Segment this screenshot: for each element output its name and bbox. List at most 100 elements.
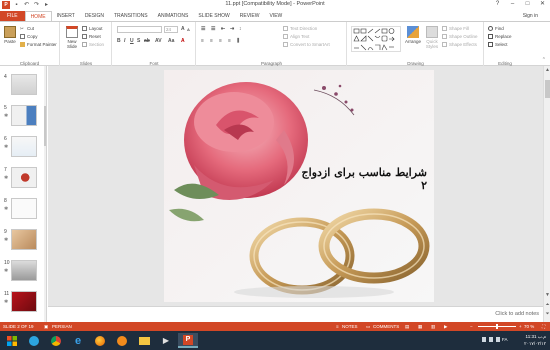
scroll-down-icon[interactable]: ▼	[544, 292, 550, 298]
align-left-icon[interactable]: ≡	[201, 38, 204, 44]
comments-icon[interactable]: ▭	[366, 322, 370, 331]
underline-icon[interactable]: U	[130, 38, 134, 44]
canvas-scrollbar[interactable]: ▲ ▼ ⏶ ⏷	[543, 66, 550, 322]
zoom-level[interactable]: 70 %	[524, 322, 534, 331]
taskbar-internet-explorer[interactable]: e	[68, 333, 88, 348]
align-text-button[interactable]: Align Text	[283, 34, 309, 39]
tab-review[interactable]: REVIEW	[235, 11, 265, 21]
zoom-out-icon[interactable]: −	[470, 322, 473, 331]
zoom-slider[interactable]	[478, 324, 516, 329]
network-icon[interactable]	[489, 337, 493, 342]
canvas-scrollbar-thumb[interactable]	[545, 80, 550, 98]
font-color-icon[interactable]: A	[181, 38, 185, 44]
find-button[interactable]: Find	[488, 26, 504, 31]
thumbnail-slide-9[interactable]: 9 ✱	[0, 227, 46, 255]
character-spacing-icon[interactable]: AV	[155, 38, 162, 44]
tab-transitions[interactable]: TRANSITIONS	[109, 11, 153, 21]
taskbar-video-player[interactable]: ▶	[156, 333, 176, 348]
layout-button[interactable]: Layout	[82, 26, 103, 31]
help-button[interactable]: ?	[492, 0, 503, 9]
font-size-dropdown[interactable]: 24	[164, 26, 178, 33]
text-direction-button[interactable]: Text Direction	[283, 26, 317, 31]
taskbar-chrome[interactable]	[46, 333, 66, 348]
increase-indent-icon[interactable]: ⇥	[230, 26, 234, 32]
fit-slide-icon[interactable]: ⛶	[542, 322, 545, 331]
tab-file[interactable]: FILE	[0, 11, 25, 21]
replace-button[interactable]: Replace	[488, 34, 512, 39]
thumbnail-slide-11[interactable]: 11 ✱	[0, 289, 46, 317]
tab-insert[interactable]: INSERT	[52, 11, 80, 21]
current-slide[interactable]: شرایط مناسب برای ازدواج ۲	[164, 70, 434, 302]
shadow-icon[interactable]: S	[137, 38, 140, 44]
system-clock[interactable]: 11:31 م.ب ۲۰۱۷/۰۲/۱۲	[524, 331, 546, 350]
slide-sorter-icon[interactable]: ▦	[418, 322, 422, 331]
collapse-ribbon-icon[interactable]: ⌃	[542, 57, 546, 63]
thumbnail-slide-6[interactable]: 6 ✱	[0, 134, 46, 162]
tab-slide-show[interactable]: SLIDE SHOW	[193, 11, 234, 21]
tab-view[interactable]: VIEW	[265, 11, 288, 21]
new-slide-button[interactable]: New Slide	[64, 26, 80, 49]
paste-button[interactable]: Paste	[3, 26, 17, 44]
reset-button[interactable]: Reset	[82, 34, 101, 39]
tab-design[interactable]: DESIGN	[80, 11, 109, 21]
maximize-button[interactable]: □	[522, 0, 533, 9]
minimize-button[interactable]: –	[507, 0, 518, 9]
bold-icon[interactable]: B	[117, 38, 121, 44]
slide-show-icon[interactable]: ▶	[444, 322, 447, 331]
tab-home[interactable]: HOME	[24, 11, 52, 21]
previous-slide-icon[interactable]: ⏶	[544, 302, 550, 308]
sign-in-link[interactable]: Sign in	[523, 11, 538, 21]
font-name-dropdown[interactable]	[117, 26, 162, 33]
taskbar-powerpoint[interactable]: P	[178, 333, 198, 348]
quick-styles-button[interactable]: Quick Styles	[424, 26, 440, 49]
columns-icon[interactable]: ⫼	[237, 38, 239, 44]
taskbar-file-explorer[interactable]	[134, 333, 154, 348]
flag-icon[interactable]	[482, 337, 486, 342]
scroll-up-icon[interactable]: ▲	[544, 67, 550, 73]
bullets-icon[interactable]: ☰	[201, 26, 205, 32]
select-button[interactable]: Select	[488, 42, 508, 47]
spelling-icon[interactable]: ▣	[44, 322, 48, 331]
zoom-slider-knob[interactable]	[496, 324, 498, 329]
section-button[interactable]: Section	[82, 42, 104, 47]
format-painter-button[interactable]: Format Painter	[20, 42, 57, 47]
copy-button[interactable]: Copy	[20, 34, 38, 39]
zoom-in-icon[interactable]: +	[519, 322, 522, 331]
taskbar-telegram[interactable]	[24, 333, 44, 348]
taskbar-firefox[interactable]	[90, 333, 110, 348]
notes-pane[interactable]: Click to add notes	[48, 306, 543, 322]
grow-font-icon[interactable]: A	[181, 26, 185, 32]
language-indicator[interactable]: PERSIAN	[52, 322, 72, 331]
thumbnail-slide-5[interactable]: 5 ✱	[0, 103, 46, 131]
reading-view-icon[interactable]: ▥	[431, 322, 435, 331]
thumbnail-scrollbar[interactable]	[44, 66, 46, 322]
align-right-icon[interactable]: ≡	[219, 38, 222, 44]
cut-button[interactable]: ✂ Cut	[20, 26, 34, 31]
thumbnail-slide-4[interactable]: 4	[0, 72, 46, 100]
tab-animations[interactable]: ANIMATIONS	[153, 11, 194, 21]
notes-toggle[interactable]: NOTES	[342, 322, 358, 331]
arrange-button[interactable]: Arrange	[404, 26, 422, 44]
italic-icon[interactable]: I	[124, 38, 125, 44]
next-slide-icon[interactable]: ⏷	[544, 311, 550, 317]
shape-effects-button[interactable]: Shape Effects	[442, 42, 477, 47]
shape-fill-button[interactable]: Shape Fill	[442, 26, 469, 31]
change-case-icon[interactable]: Aa	[168, 38, 174, 44]
shapes-gallery[interactable]	[351, 26, 401, 52]
comments-toggle[interactable]: COMMENTS	[373, 322, 399, 331]
slide-title[interactable]: شرایط مناسب برای ازدواج ۲	[292, 166, 427, 192]
shrink-font-icon[interactable]: A	[187, 27, 190, 32]
justify-icon[interactable]: ≡	[228, 38, 231, 44]
normal-view-icon[interactable]: ▤	[405, 322, 409, 331]
notes-icon[interactable]: ≡	[336, 322, 339, 331]
strikethrough-icon[interactable]: ab	[144, 38, 150, 44]
volume-icon[interactable]	[496, 337, 500, 342]
thumbnail-slide-8[interactable]: 8 ✱	[0, 196, 46, 224]
align-center-icon[interactable]: ≡	[210, 38, 213, 44]
input-language[interactable]: FA	[502, 337, 508, 342]
shape-outline-button[interactable]: Shape Outline	[442, 34, 478, 39]
thumbnail-slide-10[interactable]: 10 ✱	[0, 258, 46, 286]
thumbnail-slide-7[interactable]: 7 ✱	[0, 165, 46, 193]
convert-smartart-button[interactable]: Convert to SmartArt	[283, 42, 330, 47]
close-button[interactable]: ✕	[537, 0, 548, 9]
